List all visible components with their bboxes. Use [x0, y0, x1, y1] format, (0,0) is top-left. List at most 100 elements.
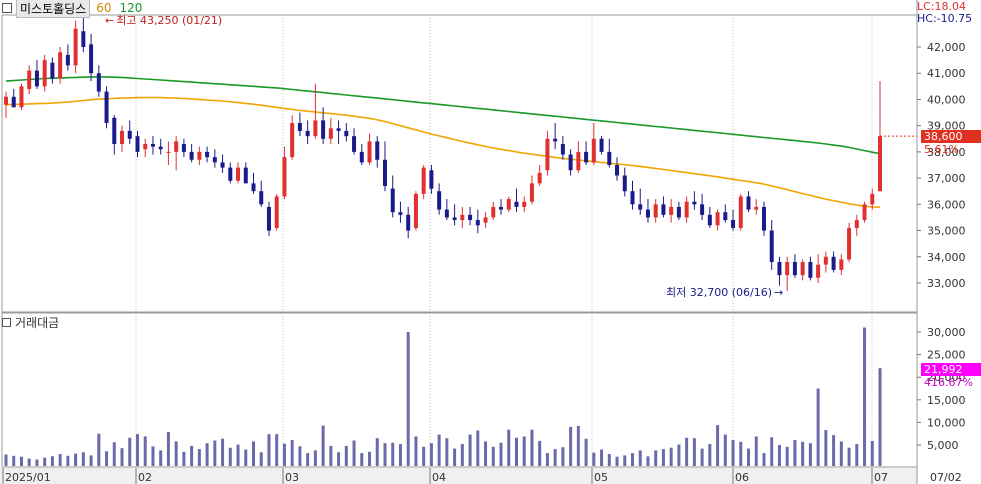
- candle-body: [112, 117, 117, 145]
- volume-bar: [135, 434, 139, 466]
- volume-bar: [19, 456, 23, 466]
- candle-body: [553, 138, 558, 142]
- candle-body: [661, 204, 666, 215]
- candle-body: [290, 123, 295, 158]
- volume-bar: [275, 434, 279, 466]
- candle-body: [274, 196, 279, 228]
- volume-panel-title: 거래대금: [2, 314, 59, 331]
- volume-bar: [252, 441, 256, 466]
- month-label: 02: [138, 471, 152, 484]
- candle-body: [847, 227, 852, 260]
- volume-bar: [81, 452, 85, 466]
- candle-body: [731, 220, 736, 228]
- candle-body: [645, 209, 650, 218]
- candle-body: [669, 206, 674, 215]
- candle-body: [429, 170, 434, 189]
- volume-bar: [159, 450, 163, 466]
- volume-bar: [499, 442, 503, 466]
- candle-body: [831, 256, 836, 270]
- volume-bar: [205, 443, 209, 466]
- volume-bar: [213, 440, 217, 466]
- current-price: 38,600: [924, 130, 963, 143]
- volume-bar: [855, 444, 859, 466]
- volume-bar: [847, 447, 851, 466]
- volume-bar: [190, 445, 194, 466]
- volume-bar: [600, 449, 604, 466]
- candle-body: [212, 157, 217, 163]
- volume-bar: [375, 438, 379, 466]
- volume-bar: [484, 441, 488, 466]
- volume-bar: [677, 444, 681, 466]
- volume-bar: [839, 441, 843, 466]
- candle-body: [684, 201, 689, 218]
- candle-body: [313, 120, 318, 137]
- candle-body: [630, 191, 635, 205]
- candle-body: [382, 159, 387, 186]
- candle-body: [390, 188, 395, 213]
- volume-bar: [476, 430, 480, 466]
- candle-body: [259, 191, 264, 205]
- volume-bar: [777, 445, 781, 466]
- candle-body: [205, 151, 210, 158]
- candle-body: [58, 52, 63, 79]
- candle-body: [576, 151, 581, 171]
- volume-bar: [723, 434, 727, 466]
- volume-bar: [89, 455, 93, 466]
- candle-body: [483, 217, 488, 223]
- price-tick-label: 41,000: [927, 67, 966, 80]
- volume-bar: [120, 448, 124, 466]
- volume-bar: [267, 434, 271, 466]
- volume-bar: [259, 452, 263, 466]
- volume-bar: [391, 442, 395, 466]
- stock-name[interactable]: 미스토홀딩스: [16, 0, 91, 18]
- candle-body: [174, 141, 179, 152]
- candle-body: [367, 141, 372, 163]
- candle-body: [65, 54, 70, 66]
- high-marker: ← 최고 43,250 (01/21): [105, 12, 222, 28]
- volume-bar: [221, 438, 225, 466]
- x-axis-end-label: 07/02: [930, 471, 962, 484]
- volume-bar: [522, 436, 526, 466]
- volume-bar: [468, 434, 472, 466]
- volume-bar: [638, 450, 642, 466]
- volume-bar: [43, 457, 47, 466]
- candle-body: [42, 60, 47, 87]
- candle-body: [19, 86, 24, 108]
- arrow-right-icon: →: [774, 285, 784, 299]
- volume-bar: [747, 448, 751, 466]
- candle-body: [4, 96, 8, 105]
- month-label: 06: [735, 471, 749, 484]
- candle-body: [862, 204, 867, 221]
- volume-bar: [197, 449, 201, 466]
- candle-body: [529, 183, 534, 202]
- candle-body: [27, 70, 32, 89]
- volume-bar: [654, 450, 658, 466]
- candle-body: [344, 130, 349, 137]
- volume-bar: [282, 443, 286, 466]
- candle-body: [158, 146, 163, 150]
- stock-chart[interactable]: 42,00041,00040,00039,00038,00037,00036,0…: [0, 0, 981, 484]
- volume-tick-label: 15,000: [927, 394, 966, 407]
- arrow-left-icon: ←: [105, 13, 115, 27]
- candle-body: [754, 206, 759, 210]
- candle-body: [870, 193, 875, 205]
- month-label: 05: [594, 471, 608, 484]
- volume-bar: [298, 446, 302, 466]
- current-volume: 21,992: [924, 363, 963, 376]
- hc-readout: HC:-10.75: [917, 12, 973, 25]
- candle-body: [282, 157, 287, 197]
- candle-body: [34, 70, 39, 87]
- volume-bar: [592, 452, 596, 466]
- volume-bar: [731, 440, 735, 466]
- volume-tag: 21,992: [921, 363, 981, 376]
- candle-body: [499, 206, 504, 210]
- candle-body: [413, 193, 418, 228]
- volume-bar: [661, 449, 665, 466]
- candle-body: [599, 138, 604, 152]
- volume-bar: [422, 446, 426, 466]
- volume-bar: [368, 451, 372, 466]
- volume-tick-label: 5,000: [927, 439, 959, 452]
- candle-body: [181, 144, 186, 152]
- volume-bar: [4, 454, 8, 466]
- candle-body: [189, 151, 194, 160]
